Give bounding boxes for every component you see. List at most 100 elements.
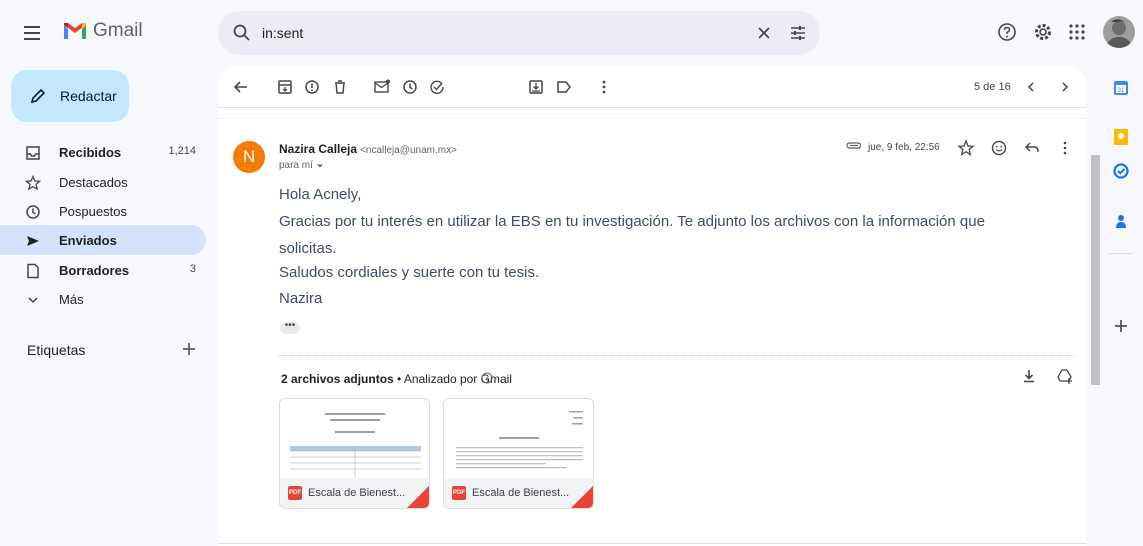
unread-count: 1,214 <box>168 145 196 157</box>
recipient-label: para mí <box>279 160 313 171</box>
attachment-name: Escala de Bienest... <box>472 487 570 499</box>
compose-label: Redactar <box>60 88 117 104</box>
page-fold-icon <box>407 486 429 508</box>
sender-name-row: Nazira Calleja <ncalleja@unam.mx> <box>279 142 457 156</box>
attachments-divider <box>279 355 1074 356</box>
attachments-scan-status: • Analizado por Gmail <box>393 372 512 386</box>
add-label-icon[interactable] <box>180 340 198 358</box>
gmail-m-icon <box>64 23 86 39</box>
star-message-icon[interactable] <box>957 139 975 157</box>
show-trimmed-content-button[interactable]: ••• <box>280 321 300 334</box>
message-scrollbar[interactable] <box>1091 155 1100 385</box>
body-line: Gracias por tu interés en utilizar la EB… <box>279 213 985 230</box>
page-fold-icon <box>571 486 593 508</box>
move-to-icon[interactable] <box>527 78 545 96</box>
more-vert-icon[interactable] <box>595 78 613 96</box>
app-name: Gmail <box>93 20 143 41</box>
compose-button[interactable]: Redactar <box>11 70 129 122</box>
sidebar-item-inbox[interactable]: Recibidos 1,214 <box>0 137 206 167</box>
get-addons-icon[interactable] <box>1113 318 1129 334</box>
back-arrow-icon[interactable] <box>232 78 250 96</box>
draft-icon <box>27 263 39 279</box>
sidebar-item-label: Pospuestos <box>59 204 127 219</box>
svg-text:31: 31 <box>1118 88 1125 94</box>
mark-unread-icon[interactable] <box>373 78 391 96</box>
sidebar-item-starred[interactable]: Destacados <box>0 167 206 197</box>
main-menu-button[interactable] <box>22 24 44 42</box>
subject-divider <box>218 118 1086 119</box>
attachment-card[interactable]: PDF Escala de Bienest... <box>443 398 594 509</box>
sender-avatar[interactable]: N <box>233 141 265 173</box>
sidebar-item-snoozed[interactable]: Pospuestos <box>0 196 206 226</box>
account-avatar[interactable] <box>1103 16 1135 48</box>
settings-gear-icon[interactable] <box>1033 22 1053 42</box>
attachment-thumbnail <box>444 399 593 479</box>
attachment-thumbnail <box>280 399 429 479</box>
calendar-icon[interactable]: 31 <box>1113 80 1129 96</box>
pdf-icon: PDF <box>452 486 466 500</box>
sidebar-item-drafts[interactable]: Borradores 3 <box>0 255 206 285</box>
delete-icon[interactable] <box>331 78 349 96</box>
sender-email: <ncalleja@unam.mx> <box>360 145 457 156</box>
label-icon[interactable] <box>555 78 573 96</box>
pagination-label: 5 de 16 <box>974 81 1011 93</box>
sidebar-item-label: Destacados <box>59 175 128 190</box>
attachment-name: Escala de Bienest... <box>308 487 406 499</box>
keep-notes-icon[interactable] <box>1113 128 1129 146</box>
sidebar-item-label: Más <box>59 292 84 307</box>
message-date: jue, 9 feb, 22:56 <box>868 142 940 153</box>
attachment-icon <box>846 142 862 149</box>
gmail-logo[interactable]: Gmail <box>62 20 143 42</box>
pdf-icon: PDF <box>288 486 302 500</box>
chevron-down-icon <box>28 297 38 304</box>
emoji-reaction-icon[interactable] <box>990 139 1008 157</box>
profile-photo <box>1103 16 1135 48</box>
archive-icon[interactable] <box>276 78 294 96</box>
caret-down-icon <box>316 164 323 167</box>
search-icon[interactable] <box>232 23 252 43</box>
clock-icon <box>26 205 40 219</box>
toolbar-divider <box>218 107 1086 108</box>
send-icon <box>27 236 39 246</box>
sidebar-item-more[interactable]: Más <box>0 284 206 314</box>
snooze-icon[interactable] <box>401 78 419 96</box>
info-icon[interactable] <box>481 372 493 384</box>
sidebar-item-sent[interactable]: Enviados <box>0 225 206 255</box>
add-to-tasks-icon[interactable] <box>428 78 446 96</box>
inbox-icon <box>26 146 40 160</box>
sidebar-item-label: Borradores <box>59 263 130 278</box>
chevron-right-icon[interactable] <box>1057 78 1073 96</box>
sidebar-item-label: Enviados <box>59 233 117 248</box>
sidebar-item-label: Recibidos <box>59 145 122 160</box>
download-all-icon[interactable] <box>1020 367 1038 385</box>
reply-icon[interactable] <box>1023 139 1041 157</box>
message-more-icon[interactable] <box>1056 139 1074 157</box>
attachment-card[interactable]: PDF Escala de Bienest... <box>279 398 430 509</box>
search-input[interactable] <box>262 23 702 43</box>
recipient-details[interactable]: para mí <box>279 160 324 171</box>
add-to-drive-icon[interactable] <box>1056 367 1074 385</box>
draft-count: 3 <box>189 263 196 275</box>
reply-section-divider <box>218 543 1086 544</box>
body-line: solicitas. <box>279 240 337 257</box>
apps-grid-icon[interactable] <box>1067 22 1087 42</box>
labels-heading: Etiquetas <box>27 342 86 358</box>
sender-name[interactable]: Nazira Calleja <box>279 142 357 156</box>
star-icon <box>25 175 41 191</box>
search-options-icon[interactable] <box>788 23 808 43</box>
chevron-left-icon[interactable] <box>1023 78 1039 96</box>
report-spam-icon[interactable] <box>303 78 321 96</box>
attachments-heading: 2 archivos adjuntos • Analizado por Gmai… <box>281 372 512 386</box>
menu-icon <box>24 26 40 40</box>
body-line: Hola Acnely, <box>279 186 362 203</box>
side-panel-divider <box>1109 253 1133 254</box>
body-line: Saludos cordiales y suerte con tu tesis. <box>279 264 540 281</box>
body-line: Nazira <box>279 290 323 307</box>
help-icon[interactable] <box>997 22 1017 42</box>
attachments-count: 2 archivos adjuntos <box>281 372 394 386</box>
clear-search-icon[interactable] <box>754 23 774 43</box>
pencil-icon <box>30 88 46 104</box>
tasks-icon[interactable] <box>1113 163 1129 179</box>
search-bar[interactable] <box>218 11 820 55</box>
contacts-icon[interactable] <box>1113 213 1129 229</box>
